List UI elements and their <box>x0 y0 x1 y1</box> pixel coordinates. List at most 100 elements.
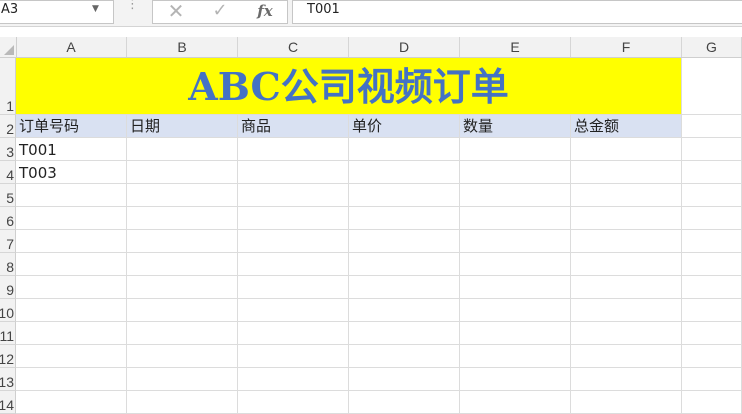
cell-a10[interactable] <box>16 299 127 322</box>
cell-g6[interactable] <box>682 207 742 230</box>
cell-a8[interactable] <box>16 253 127 276</box>
cell-e5[interactable] <box>460 184 571 207</box>
row-header-12[interactable]: 12 <box>0 345 16 368</box>
cell-f3[interactable] <box>571 138 682 161</box>
cancel-icon[interactable]: ✕ <box>162 1 190 23</box>
cell-d11[interactable] <box>349 322 460 345</box>
cell-c14[interactable] <box>238 391 349 414</box>
header-cell-e[interactable]: 数量 <box>460 115 571 138</box>
cell-g5[interactable] <box>682 184 742 207</box>
cell-a7[interactable] <box>16 230 127 253</box>
cell-c12[interactable] <box>238 345 349 368</box>
cell-c8[interactable] <box>238 253 349 276</box>
cell-c13[interactable] <box>238 368 349 391</box>
cell-d9[interactable] <box>349 276 460 299</box>
header-cell-d[interactable]: 单价 <box>349 115 460 138</box>
cell-c3[interactable] <box>238 138 349 161</box>
cell-g12[interactable] <box>682 345 742 368</box>
cell-f5[interactable] <box>571 184 682 207</box>
cell-d3[interactable] <box>349 138 460 161</box>
row-header-13[interactable]: 13 <box>0 368 16 391</box>
cell-a11[interactable] <box>16 322 127 345</box>
row-header-3[interactable]: 3 <box>0 138 16 161</box>
cell-b5[interactable] <box>127 184 238 207</box>
cell-c9[interactable] <box>238 276 349 299</box>
cell-f11[interactable] <box>571 322 682 345</box>
cell-e7[interactable] <box>460 230 571 253</box>
header-cell-c[interactable]: 商品 <box>238 115 349 138</box>
column-header-g[interactable]: G <box>682 37 742 57</box>
cell-a3[interactable]: T001 <box>16 138 127 161</box>
cell-d13[interactable] <box>349 368 460 391</box>
cell-d14[interactable] <box>349 391 460 414</box>
row-header-4[interactable]: 4 <box>0 161 16 184</box>
row-header-5[interactable]: 5 <box>0 184 16 207</box>
cell-g9[interactable] <box>682 276 742 299</box>
column-header-e[interactable]: E <box>460 37 571 57</box>
cell-d10[interactable] <box>349 299 460 322</box>
cell-e3[interactable] <box>460 138 571 161</box>
cell-g7[interactable] <box>682 230 742 253</box>
cell-b9[interactable] <box>127 276 238 299</box>
cell-c5[interactable] <box>238 184 349 207</box>
cell-a14[interactable] <box>16 391 127 414</box>
cell-d6[interactable] <box>349 207 460 230</box>
cell-g2[interactable] <box>682 115 742 138</box>
cell-a12[interactable] <box>16 345 127 368</box>
header-cell-a[interactable]: 订单号码 <box>16 115 127 138</box>
header-cell-b[interactable]: 日期 <box>127 115 238 138</box>
cell-d8[interactable] <box>349 253 460 276</box>
cell-g11[interactable] <box>682 322 742 345</box>
cell-f4[interactable] <box>571 161 682 184</box>
cell-b6[interactable] <box>127 207 238 230</box>
cell-e4[interactable] <box>460 161 571 184</box>
cell-c10[interactable] <box>238 299 349 322</box>
cell-c11[interactable] <box>238 322 349 345</box>
cell-c4[interactable] <box>238 161 349 184</box>
cell-c7[interactable] <box>238 230 349 253</box>
cell-g3[interactable] <box>682 138 742 161</box>
enter-icon[interactable]: ✓ <box>206 1 234 23</box>
cell-b3[interactable] <box>127 138 238 161</box>
cell-b11[interactable] <box>127 322 238 345</box>
cell-b4[interactable] <box>127 161 238 184</box>
cell-g13[interactable] <box>682 368 742 391</box>
formula-input[interactable]: T001 <box>292 0 742 24</box>
column-header-b[interactable]: B <box>127 37 238 57</box>
row-header-2[interactable]: 2 <box>0 115 16 138</box>
cell-e13[interactable] <box>460 368 571 391</box>
cell-g10[interactable] <box>682 299 742 322</box>
column-header-c[interactable]: C <box>238 37 349 57</box>
cell-b12[interactable] <box>127 345 238 368</box>
row-header-9[interactable]: 9 <box>0 276 16 299</box>
cell-f9[interactable] <box>571 276 682 299</box>
row-header-14[interactable]: 14 <box>0 391 16 414</box>
cell-d7[interactable] <box>349 230 460 253</box>
cell-b7[interactable] <box>127 230 238 253</box>
cell-f8[interactable] <box>571 253 682 276</box>
cell-f13[interactable] <box>571 368 682 391</box>
cell-a5[interactable] <box>16 184 127 207</box>
cell-f6[interactable] <box>571 207 682 230</box>
vertical-dots-icon[interactable]: ⋮ <box>126 0 139 23</box>
column-header-d[interactable]: D <box>349 37 460 57</box>
cell-b13[interactable] <box>127 368 238 391</box>
cell-f10[interactable] <box>571 299 682 322</box>
row-header-6[interactable]: 6 <box>0 207 16 230</box>
cell-f7[interactable] <box>571 230 682 253</box>
cell-f14[interactable] <box>571 391 682 414</box>
chevron-down-icon[interactable]: ▼ <box>92 4 99 14</box>
worksheet-grid[interactable]: ABC公司视频订单 订单号码 日期 商品 单价 数量 总金额 T001 T003 <box>16 58 742 414</box>
cell-g14[interactable] <box>682 391 742 414</box>
cell-e10[interactable] <box>460 299 571 322</box>
cell-a6[interactable] <box>16 207 127 230</box>
row-header-8[interactable]: 8 <box>0 253 16 276</box>
cell-d12[interactable] <box>349 345 460 368</box>
cell-f12[interactable] <box>571 345 682 368</box>
cell-c6[interactable] <box>238 207 349 230</box>
cell-e9[interactable] <box>460 276 571 299</box>
title-cell-a1-f1[interactable]: ABC公司视频订单 <box>16 58 682 115</box>
row-header-1[interactable]: 1 <box>0 58 16 115</box>
select-all-button[interactable] <box>0 37 17 57</box>
cell-g4[interactable] <box>682 161 742 184</box>
